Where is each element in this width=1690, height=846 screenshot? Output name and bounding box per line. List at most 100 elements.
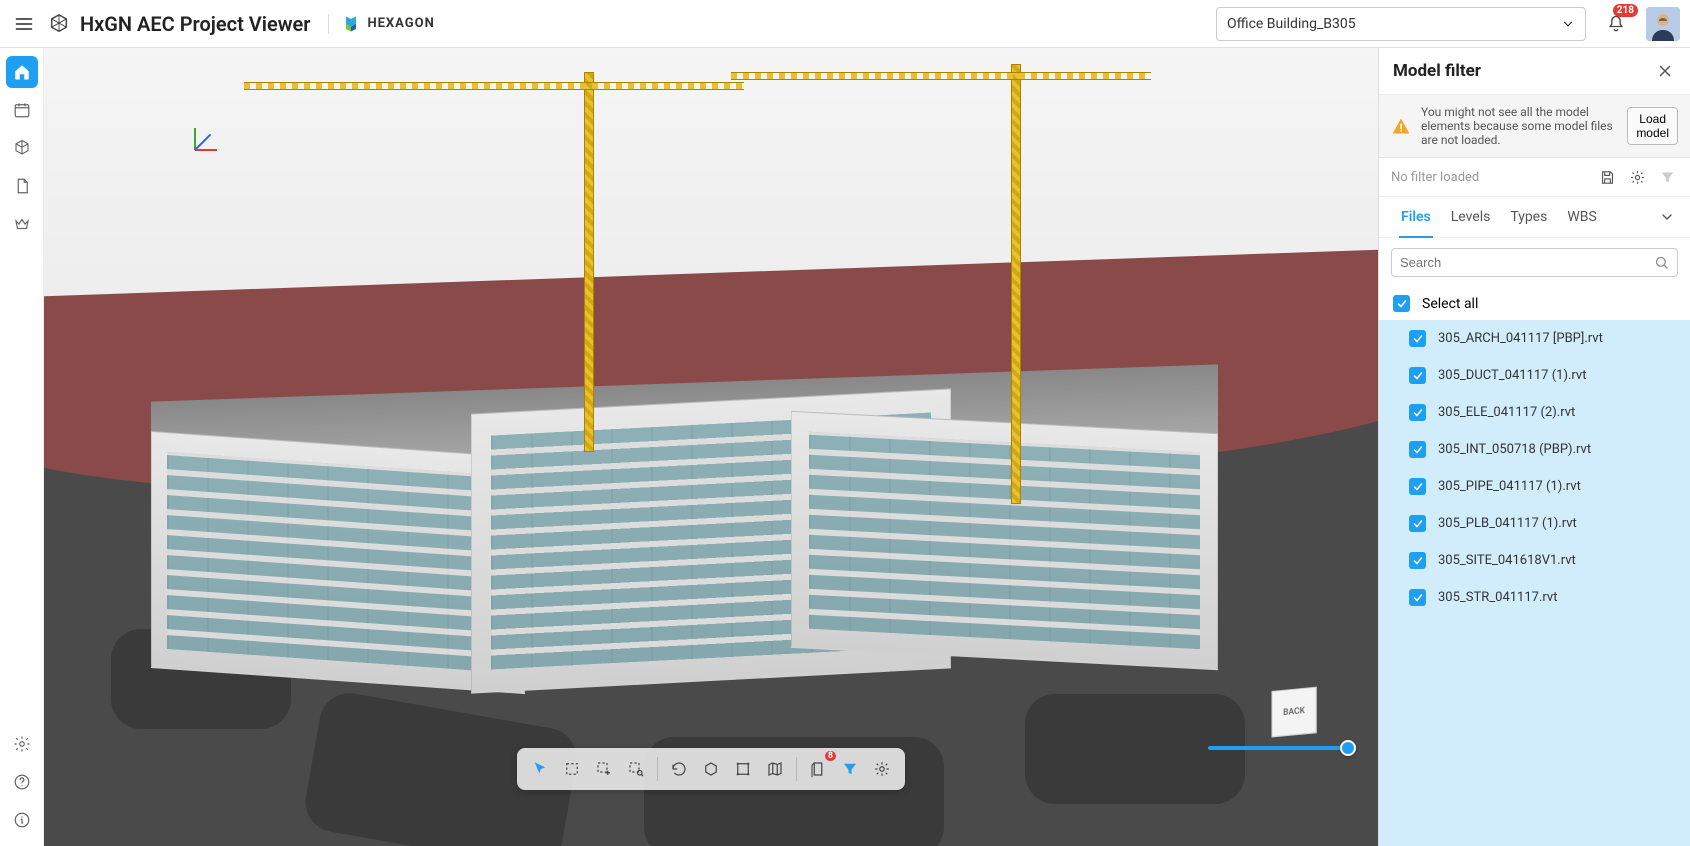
tool-select[interactable]	[525, 754, 555, 784]
tool-box-select[interactable]	[557, 754, 587, 784]
selection-box-icon	[563, 760, 581, 778]
file-item[interactable]: 305_PLB_041117 (1).rvt	[1379, 505, 1690, 542]
file-checkbox[interactable]	[1409, 478, 1426, 495]
check-icon	[1412, 592, 1424, 604]
check-icon	[1412, 407, 1424, 419]
hexagon-logo-icon	[341, 14, 361, 34]
warning-icon	[1391, 116, 1411, 136]
sidebar-schedule[interactable]	[6, 94, 38, 126]
filter-status-text: No filter loaded	[1391, 170, 1588, 185]
file-checkbox[interactable]	[1409, 367, 1426, 384]
close-panel-button[interactable]	[1654, 60, 1676, 82]
refresh-icon	[670, 760, 688, 778]
tool-refresh[interactable]	[664, 754, 694, 784]
file-item[interactable]: 305_STR_041117.rvt	[1379, 579, 1690, 616]
sidebar-help[interactable]	[6, 766, 38, 798]
file-item[interactable]: 305_PIPE_041117 (1).rvt	[1379, 468, 1690, 505]
file-name: 305_PLB_041117 (1).rvt	[1438, 516, 1577, 531]
app-title: HxGN AEC Project Viewer	[80, 12, 310, 36]
app-logo-icon	[48, 13, 70, 35]
gear-icon	[1629, 169, 1646, 186]
file-item[interactable]: 305_INT_050718 (PBP).rvt	[1379, 431, 1690, 468]
notification-badge: 218	[1613, 4, 1638, 17]
top-bar: HxGN AEC Project Viewer HEXAGON Office B…	[0, 0, 1690, 48]
collapse-tabs-button[interactable]	[1656, 206, 1678, 228]
tab-types[interactable]: Types	[1500, 197, 1557, 237]
tool-isolate[interactable]	[696, 754, 726, 784]
file-item[interactable]: 305_SITE_041618V1.rvt	[1379, 542, 1690, 579]
tab-files[interactable]: Files	[1391, 197, 1441, 237]
load-model-button[interactable]: Loadmodel	[1627, 107, 1678, 146]
avatar-icon	[1646, 7, 1680, 41]
notifications-button[interactable]: 218	[1602, 10, 1630, 38]
project-select-dropdown[interactable]: Office Building_B305	[1216, 7, 1586, 41]
gear-icon	[13, 735, 31, 753]
file-checkbox[interactable]	[1409, 404, 1426, 421]
file-list: 305_ARCH_041117 [PBP].rvt 305_DUCT_041117…	[1379, 320, 1690, 846]
hamburger-icon	[14, 14, 34, 34]
3d-viewport[interactable]: BACK 8	[44, 48, 1378, 846]
file-name: 305_INT_050718 (PBP).rvt	[1438, 442, 1591, 457]
file-item[interactable]: 305_DUCT_041117 (1).rvt	[1379, 357, 1690, 394]
file-name: 305_DUCT_041117 (1).rvt	[1438, 368, 1586, 383]
tab-levels[interactable]: Levels	[1441, 197, 1501, 237]
file-checkbox[interactable]	[1409, 552, 1426, 569]
tool-section[interactable]	[728, 754, 758, 784]
select-all-row[interactable]: Select all	[1379, 287, 1690, 320]
save-filter-button[interactable]	[1596, 166, 1618, 188]
tool-box-select-plus[interactable]	[589, 754, 619, 784]
filter-settings-button[interactable]	[1626, 166, 1648, 188]
file-name: 305_PIPE_041117 (1).rvt	[1438, 479, 1581, 494]
file-name: 305_ARCH_041117 [PBP].rvt	[1438, 331, 1603, 346]
warning-text: You might not see all the model elements…	[1421, 105, 1617, 147]
sidebar-documents[interactable]	[6, 170, 38, 202]
select-all-checkbox[interactable]	[1393, 295, 1410, 312]
chevron-down-icon	[1659, 209, 1675, 225]
file-item[interactable]: 305_ARCH_041117 [PBP].rvt	[1379, 320, 1690, 357]
sidebar-model[interactable]	[6, 132, 38, 164]
file-checkbox[interactable]	[1409, 441, 1426, 458]
search-box[interactable]	[1391, 248, 1678, 277]
clear-filter-button[interactable]	[1656, 166, 1678, 188]
sidebar-crown[interactable]	[6, 208, 38, 240]
zoom-window-icon	[627, 760, 645, 778]
search-icon	[1654, 255, 1669, 270]
warning-banner: You might not see all the model elements…	[1379, 95, 1690, 158]
brand-block: HEXAGON	[328, 14, 434, 34]
check-icon	[1396, 298, 1408, 310]
selection-box-plus-icon	[595, 760, 613, 778]
chevron-down-icon	[1561, 17, 1575, 31]
cursor-icon	[531, 760, 549, 778]
tab-wbs[interactable]: WBS	[1557, 197, 1606, 237]
viewport-toolbar: 8	[517, 748, 905, 790]
gear-icon	[873, 760, 891, 778]
file-checkbox[interactable]	[1409, 515, 1426, 532]
map-icon	[766, 760, 784, 778]
opacity-slider[interactable]	[1208, 746, 1348, 750]
sidebar-home[interactable]	[6, 56, 38, 88]
file-checkbox[interactable]	[1409, 589, 1426, 606]
sidebar-settings[interactable]	[6, 728, 38, 760]
tool-zoom-window[interactable]	[621, 754, 651, 784]
tool-clipping[interactable]: 8	[803, 754, 833, 784]
check-icon	[1412, 518, 1424, 530]
tool-map[interactable]	[760, 754, 790, 784]
user-avatar[interactable]	[1646, 7, 1680, 41]
funnel-icon	[841, 760, 859, 778]
sidebar-info[interactable]	[6, 804, 38, 836]
file-checkbox[interactable]	[1409, 330, 1426, 347]
tool-filter[interactable]	[835, 754, 865, 784]
select-all-label: Select all	[1422, 296, 1478, 312]
view-cube[interactable]: BACK	[1271, 687, 1316, 738]
file-item[interactable]: 305_ELE_041117 (2).rvt	[1379, 394, 1690, 431]
menu-toggle-button[interactable]	[10, 10, 38, 38]
help-icon	[13, 773, 31, 791]
panel-tabs: Files Levels Types WBS	[1379, 197, 1690, 238]
cube-icon	[13, 139, 31, 157]
tool-settings[interactable]	[867, 754, 897, 784]
file-name: 305_SITE_041618V1.rvt	[1438, 553, 1576, 568]
slider-thumb[interactable]	[1340, 740, 1356, 756]
check-icon	[1412, 444, 1424, 456]
search-input[interactable]	[1400, 255, 1648, 270]
info-icon	[13, 811, 31, 829]
